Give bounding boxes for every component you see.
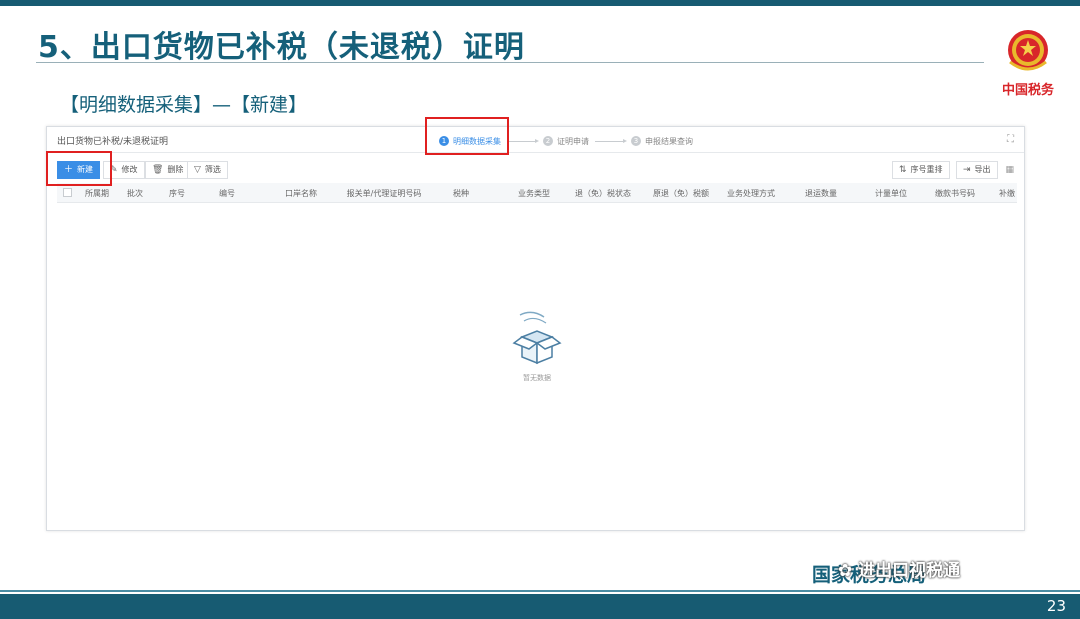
toolbar: ＋ 新建 ✎ 修改 🗑 删除 ▽ 筛选 ⇅ 序号重排 ⇥ 导出 ▦ <box>47 159 1024 181</box>
slide-subtitle: 【明细数据采集】—【新建】 <box>60 94 308 116</box>
column-header[interactable]: 报关单/代理证明号码 <box>347 188 422 199</box>
step-result-query[interactable]: 3 申报结果查询 <box>631 136 693 147</box>
highlight-new-button-box <box>46 151 112 186</box>
reorder-button[interactable]: ⇅ 序号重排 <box>892 161 950 179</box>
app-window: 出口货物已补税/未退税证明 1 明细数据采集 2 证明申请 3 申报结果查询 ⛶ <box>46 126 1025 531</box>
column-header[interactable]: 业务类型 <box>518 188 550 199</box>
step-number: 3 <box>631 136 641 146</box>
emblem-text: 中国税务 <box>1002 82 1055 98</box>
filter-icon: ▽ <box>194 165 201 175</box>
step-connector <box>507 138 539 143</box>
wechat-icon: ✿ <box>838 561 859 581</box>
edit-button-label: 修改 <box>121 165 138 174</box>
column-header[interactable]: 税种 <box>453 188 469 199</box>
slide: 5、出口货物已补税（未退税）证明 中国税务 【明细数据采集】—【新建】 出口货物… <box>0 0 1080 619</box>
highlight-step-box <box>425 117 509 155</box>
select-all-checkbox[interactable] <box>63 188 72 197</box>
footer-line <box>0 590 1080 592</box>
trash-icon: 🗑 <box>152 165 164 175</box>
column-header[interactable]: 批次 <box>127 188 143 199</box>
page-number: 23 <box>1046 597 1066 615</box>
step-connector <box>595 138 627 143</box>
breadcrumb: 出口货物已补税/未退税证明 <box>57 137 169 147</box>
filter-button[interactable]: ▽ 筛选 <box>187 161 228 179</box>
title-divider <box>36 62 984 63</box>
delete-button[interactable]: 🗑 删除 <box>145 161 191 179</box>
export-icon: ⇥ <box>963 165 971 175</box>
top-stripe <box>0 0 1080 6</box>
delete-button-label: 删除 <box>167 165 184 174</box>
column-header[interactable]: 编号 <box>219 188 235 199</box>
column-header[interactable]: 退运数量 <box>805 188 837 199</box>
column-header[interactable]: 序号 <box>169 188 185 199</box>
empty-label: 暂无数据 <box>523 374 551 382</box>
column-header[interactable]: 缴款书号码 <box>935 188 975 199</box>
footer-bar: 23 <box>0 594 1080 619</box>
export-button[interactable]: ⇥ 导出 <box>956 161 998 179</box>
column-header[interactable]: 原退（免）税额 <box>653 188 709 199</box>
fullscreen-icon[interactable]: ⛶ <box>1007 134 1014 145</box>
empty-box-icon <box>512 311 562 365</box>
step-label: 申报结果查询 <box>645 136 693 146</box>
export-button-label: 导出 <box>974 165 991 174</box>
filter-button-label: 筛选 <box>204 165 221 174</box>
step-number: 2 <box>543 136 553 146</box>
step-label: 证明申请 <box>557 136 589 146</box>
wechat-overlay-label: 进出口视税通 <box>858 561 961 581</box>
slide-title: 5、出口货物已补税（未退税）证明 <box>38 30 525 65</box>
column-header[interactable]: 计量单位 <box>875 188 907 199</box>
column-header[interactable]: 业务处理方式 <box>727 188 775 199</box>
window-header: 出口货物已补税/未退税证明 1 明细数据采集 2 证明申请 3 申报结果查询 ⛶ <box>47 127 1024 153</box>
empty-state: 暂无数据 <box>502 307 572 383</box>
column-header[interactable]: 口岸名称 <box>285 188 317 199</box>
step-certificate-application[interactable]: 2 证明申请 <box>543 136 589 147</box>
column-header[interactable]: 退（免）税状态 <box>575 188 631 199</box>
table-header: 所属期 批次 序号 编号 口岸名称 报关单/代理证明号码 税种 业务类型 退（免… <box>57 183 1017 203</box>
column-header[interactable]: 补缴 <box>999 188 1015 199</box>
tax-emblem-logo: 中国税务 <box>998 22 1058 100</box>
sort-icon: ⇅ <box>899 165 907 175</box>
column-header[interactable]: 所属期 <box>85 188 109 199</box>
reorder-button-label: 序号重排 <box>910 165 943 174</box>
wechat-overlay-text: ✿ 进出口视税通 <box>838 556 960 581</box>
column-settings-icon[interactable]: ▦ <box>1005 165 1014 175</box>
